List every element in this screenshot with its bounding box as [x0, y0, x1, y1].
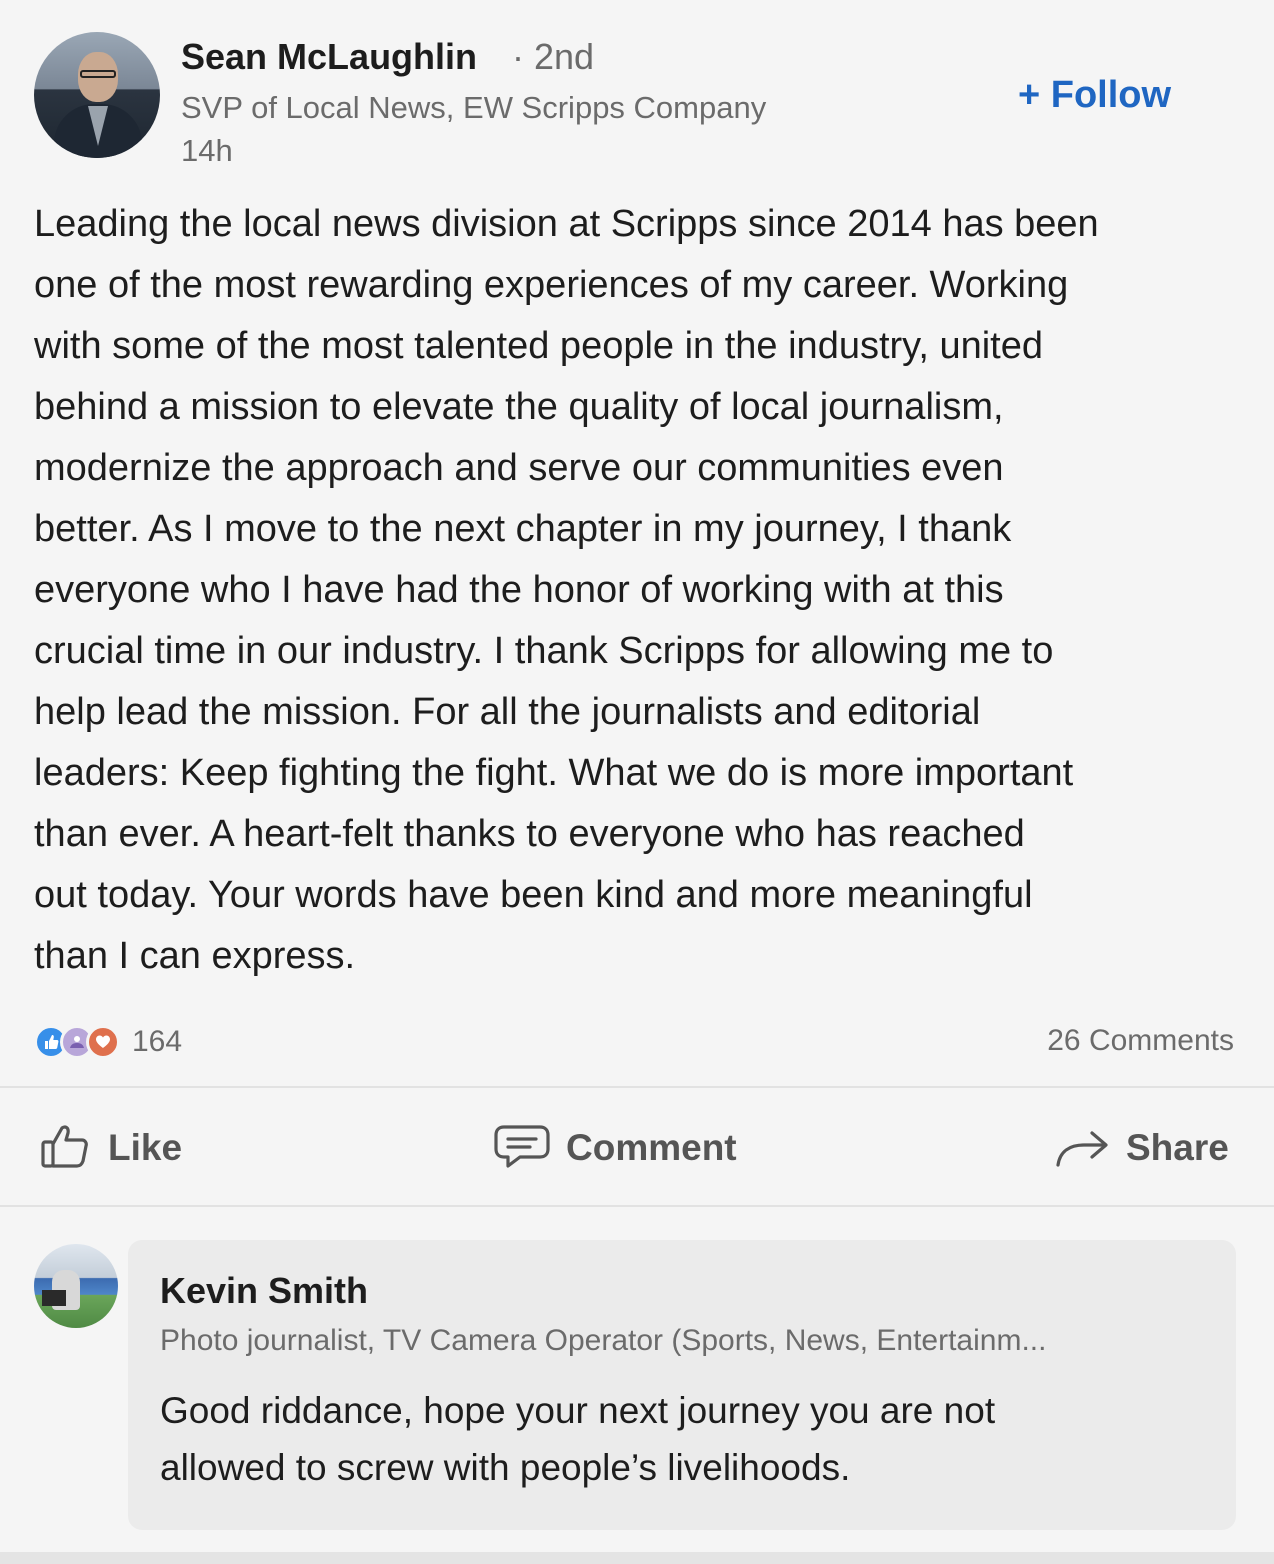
post-text-line: better. As I move to the next chapter in… [34, 508, 1012, 550]
post-text-line: modernize the approach and serve our com… [34, 447, 1004, 489]
author-name[interactable]: Sean McLaughlin [181, 36, 477, 78]
share-label: Share [1126, 1127, 1229, 1168]
commenter-avatar[interactable] [34, 1244, 118, 1328]
comments-count-link[interactable]: 26 Comments [1047, 1024, 1234, 1058]
post-text: Leading the local news division at Scrip… [34, 194, 1244, 987]
follow-button[interactable]: + Follow [1018, 74, 1171, 117]
comment-text-line: allowed to screw with people’s livelihoo… [160, 1447, 851, 1488]
comment-label: Comment [566, 1127, 737, 1168]
post-text-line: with some of the most talented people in… [34, 325, 1044, 367]
share-button[interactable]: Share [1054, 1118, 1229, 1178]
post-text-line: help lead the mission. For all the journ… [34, 691, 981, 733]
commenter-name[interactable]: Kevin Smith [160, 1270, 368, 1312]
post-timestamp: 14h [181, 133, 233, 168]
like-button[interactable]: Like [38, 1118, 182, 1178]
divider [0, 1205, 1274, 1207]
post-text-line: crucial time in our industry. I thank Sc… [34, 630, 1054, 672]
post-text-line: one of the most rewarding experiences of… [34, 264, 1069, 306]
thumbs-up-icon [38, 1118, 94, 1179]
feed-separator [0, 1552, 1274, 1564]
post-text-line: out today. Your words have been kind and… [34, 874, 1033, 916]
author-avatar[interactable] [34, 32, 160, 158]
comment-bubble: Kevin Smith Photo journalist, TV Camera … [128, 1240, 1236, 1530]
post-text-line: than ever. A heart-felt thanks to everyo… [34, 813, 1025, 855]
post-text-line: everyone who I have had the honor of wor… [34, 569, 1004, 611]
share-arrow-icon [1054, 1121, 1112, 1176]
reactions-summary[interactable]: 164 [34, 1020, 182, 1064]
post-text-line: leaders: Keep fighting the fight. What w… [34, 752, 1074, 794]
author-headline: SVP of Local News, EW Scripps Company [181, 90, 767, 125]
comment-text-line: Good riddance, hope your next journey yo… [160, 1390, 996, 1431]
reaction-count: 164 [132, 1025, 183, 1058]
post-text-line: than I can express. [34, 935, 356, 977]
divider [0, 1086, 1274, 1088]
commenter-headline: Photo journalist, TV Camera Operator (Sp… [160, 1324, 1047, 1357]
like-label: Like [108, 1127, 183, 1168]
post-text-line: behind a mission to elevate the quality … [34, 386, 1004, 428]
comment-icon [492, 1119, 552, 1178]
post-text-line: Leading the local news division at Scrip… [34, 203, 1099, 245]
connection-degree: · 2nd [512, 36, 595, 77]
linkedin-post: Sean McLaughlin · 2nd SVP of Local News,… [0, 0, 1274, 1564]
love-icon [86, 1025, 120, 1059]
comment-text: Good riddance, hope your next journey yo… [160, 1382, 1220, 1496]
comment-button[interactable]: Comment [492, 1118, 737, 1178]
